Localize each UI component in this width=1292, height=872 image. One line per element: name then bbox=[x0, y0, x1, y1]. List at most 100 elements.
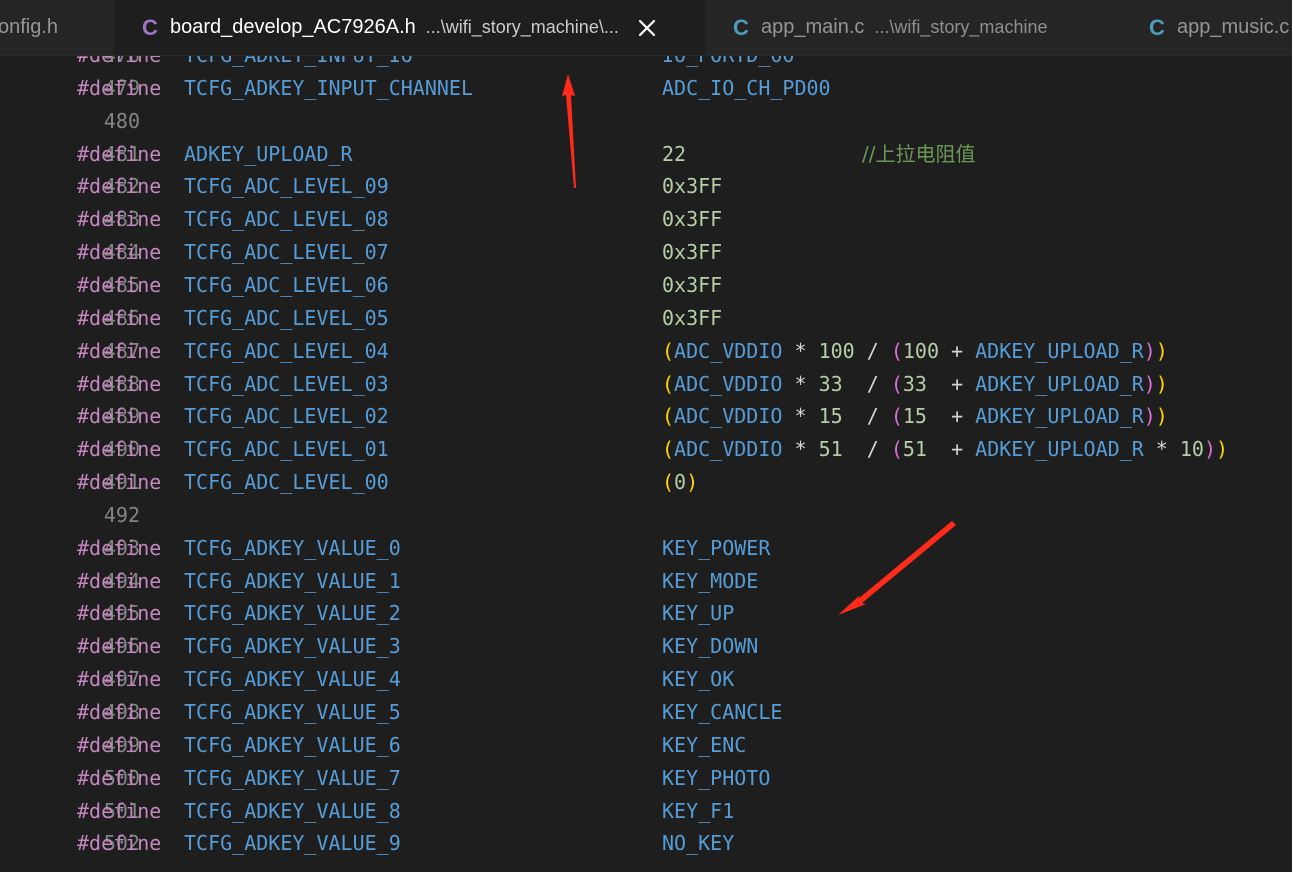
code-line[interactable]: 482 #define TCFG_ADC_LEVEL_09 0x3FF bbox=[0, 170, 1292, 203]
macro-name: TCFG_ADC_LEVEL_05 bbox=[184, 305, 389, 330]
line-number: 480 bbox=[103, 108, 140, 133]
macro-name: TCFG_ADKEY_VALUE_3 bbox=[184, 634, 401, 659]
macro-value: (ADC_VDDIO * 51 / (51 + ADKEY_UPLOAD_R *… bbox=[662, 437, 1229, 462]
macro-name: TCFG_ADKEY_VALUE_7 bbox=[184, 765, 401, 790]
macro-value: IO_PORTD_00 bbox=[662, 56, 794, 72]
macro-value: 0x3FF bbox=[662, 305, 723, 330]
code-line[interactable]: 498 #define TCFG_ADKEY_VALUE_5 KEY_CANCLE bbox=[0, 696, 1292, 729]
define-keyword: #define bbox=[77, 437, 162, 462]
define-keyword: #define bbox=[77, 667, 162, 692]
code-line[interactable]: 491 #define TCFG_ADC_LEVEL_00 (0) bbox=[0, 466, 1292, 499]
code-line[interactable]: 486 #define TCFG_ADC_LEVEL_05 0x3FF bbox=[0, 302, 1292, 335]
macro-value: KEY_UP bbox=[662, 601, 735, 626]
define-keyword: #define bbox=[77, 732, 162, 757]
macro-value: NO_KEY bbox=[662, 831, 735, 856]
macro-value: 22 bbox=[662, 141, 687, 166]
define-keyword: #define bbox=[77, 634, 162, 659]
code-line[interactable]: 478#defineTCFG_ADKEY_INPUT_IOIO_PORTD_00 bbox=[0, 56, 1292, 72]
macro-name: TCFG_ADKEY_VALUE_6 bbox=[184, 732, 401, 757]
tab-label: app_music.c bbox=[1177, 16, 1290, 38]
define-keyword: #define bbox=[77, 305, 162, 330]
macro-value: KEY_CANCLE bbox=[662, 700, 783, 724]
macro-value: 0x3FF bbox=[662, 207, 723, 232]
code-editor[interactable]: 478#defineTCFG_ADKEY_INPUT_IOIO_PORTD_00… bbox=[0, 56, 1292, 872]
close-icon[interactable] bbox=[637, 18, 657, 38]
define-keyword: #define bbox=[77, 338, 162, 363]
line-comment: //上拉电阻值 bbox=[862, 141, 976, 166]
tab-label: board_develop_AC7926A.h bbox=[170, 16, 416, 38]
tab-app-main-c[interactable]: C app_main.c ...\wifi_story_machine bbox=[707, 0, 1120, 55]
code-line[interactable]: 502 #define TCFG_ADKEY_VALUE_9 NO_KEY bbox=[0, 827, 1292, 860]
code-line[interactable]: 492 bbox=[0, 499, 1292, 532]
tab-label: app_main.c bbox=[761, 16, 865, 38]
code-line[interactable]: 490 #define TCFG_ADC_LEVEL_01 (ADC_VDDIO * … bbox=[0, 433, 1292, 466]
define-keyword: #define bbox=[77, 470, 162, 495]
code-line[interactable]: 479 #define TCFG_ADKEY_INPUT_CHANNEL ADC_IO… bbox=[0, 72, 1292, 105]
macro-name: TCFG_ADC_LEVEL_01 bbox=[184, 437, 389, 462]
macro-value: ADC_IO_CH_PD00 bbox=[662, 75, 831, 100]
code-line[interactable]: 500 #define TCFG_ADKEY_VALUE_7 KEY_PHOTO bbox=[0, 762, 1292, 795]
define-keyword: #define bbox=[77, 371, 162, 396]
macro-value: KEY_MODE bbox=[662, 568, 759, 593]
define-keyword: #define bbox=[77, 240, 162, 265]
macro-value: KEY_OK bbox=[662, 667, 735, 692]
code-line[interactable]: 493 #define TCFG_ADKEY_VALUE_0 KEY_POWER bbox=[0, 532, 1292, 565]
code-line[interactable]: 499 #define TCFG_ADKEY_VALUE_6 KEY_ENC bbox=[0, 729, 1292, 762]
macro-name: TCFG_ADC_LEVEL_06 bbox=[184, 272, 389, 297]
macro-name: TCFG_ADKEY_VALUE_9 bbox=[184, 831, 401, 856]
code-line[interactable]: 488 #define TCFG_ADC_LEVEL_03 (ADC_VDDIO * … bbox=[0, 368, 1292, 401]
define-keyword: #define bbox=[77, 174, 162, 199]
define-keyword: #define bbox=[77, 568, 162, 593]
code-line[interactable]: 494 #define TCFG_ADKEY_VALUE_1 KEY_MODE bbox=[0, 565, 1292, 598]
macro-name: TCFG_ADKEY_VALUE_8 bbox=[184, 798, 401, 823]
macro-name: TCFG_ADKEY_VALUE_0 bbox=[184, 535, 401, 560]
macro-value: KEY_PHOTO bbox=[662, 765, 771, 790]
c-header-icon: C bbox=[142, 14, 158, 40]
macro-name: TCFG_ADC_LEVEL_07 bbox=[184, 240, 389, 265]
code-line[interactable]: 497 #define TCFG_ADKEY_VALUE_4 KEY_OK bbox=[0, 663, 1292, 696]
code-line[interactable]: 483 #define TCFG_ADC_LEVEL_08 0x3FF bbox=[0, 203, 1292, 236]
line-number: 492 bbox=[103, 502, 140, 527]
code-line[interactable]: 501 #define TCFG_ADKEY_VALUE_8 KEY_F1 bbox=[0, 795, 1292, 828]
define-keyword: #define bbox=[77, 765, 162, 790]
macro-name: TCFG_ADC_LEVEL_08 bbox=[184, 207, 389, 232]
macro-value: (ADC_VDDIO * 15 / (15 + ADKEY_UPLOAD_R)) bbox=[662, 404, 1168, 429]
tab-label: onfig.h bbox=[0, 16, 59, 38]
editor-tab-bar: onfig.h C board_develop_AC7926A.h ...\wi… bbox=[0, 0, 1292, 56]
define-keyword: #define bbox=[77, 207, 162, 232]
macro-name: TCFG_ADKEY_VALUE_4 bbox=[184, 667, 401, 692]
define-keyword: #define bbox=[77, 535, 162, 560]
macro-name: TCFG_ADC_LEVEL_00 bbox=[184, 470, 389, 495]
macro-value: (0) bbox=[662, 470, 699, 495]
code-line[interactable]: 480 bbox=[0, 105, 1292, 138]
tab-path: ...\wifi_story_machine\... bbox=[425, 17, 619, 37]
define-keyword: #define bbox=[77, 798, 162, 823]
c-source-icon: C bbox=[1149, 14, 1165, 40]
code-line[interactable]: 485 #define TCFG_ADC_LEVEL_06 0x3FF bbox=[0, 269, 1292, 302]
define-keyword: #define bbox=[77, 56, 161, 72]
tab-board-develop-h[interactable]: C board_develop_AC7926A.h ...\wifi_story… bbox=[114, 0, 706, 55]
define-keyword: #define bbox=[77, 272, 162, 297]
macro-name: TCFG_ADKEY_VALUE_1 bbox=[184, 568, 401, 593]
c-source-icon: C bbox=[733, 14, 749, 40]
define-keyword: #define bbox=[77, 404, 162, 429]
macro-name: TCFG_ADKEY_VALUE_5 bbox=[184, 700, 401, 724]
macro-value: 0x3FF bbox=[662, 272, 723, 297]
tab-config-h[interactable]: onfig.h bbox=[0, 0, 113, 55]
code-line[interactable]: 496 #define TCFG_ADKEY_VALUE_3 KEY_DOWN bbox=[0, 630, 1292, 663]
define-keyword: #define bbox=[77, 601, 162, 626]
macro-name: TCFG_ADC_LEVEL_09 bbox=[184, 174, 389, 199]
tab-path: ...\wifi_story_machine bbox=[874, 17, 1048, 37]
macro-value: KEY_DOWN bbox=[662, 634, 759, 659]
macro-value: (ADC_VDDIO * 100 / (100 + ADKEY_UPLOAD_R… bbox=[662, 338, 1168, 363]
macro-name: TCFG_ADKEY_VALUE_2 bbox=[184, 601, 401, 626]
macro-name: TCFG_ADC_LEVEL_03 bbox=[184, 371, 389, 396]
code-line[interactable]: 495 #define TCFG_ADKEY_VALUE_2 KEY_UP bbox=[0, 597, 1292, 630]
tab-app-music-c[interactable]: C app_music.c bbox=[1121, 0, 1292, 55]
code-line[interactable]: 481 #define ADKEY_UPLOAD_R 22//上拉电阻值 bbox=[0, 138, 1292, 171]
code-line[interactable]: 484 #define TCFG_ADC_LEVEL_07 0x3FF bbox=[0, 236, 1292, 269]
code-line[interactable]: 489 #define TCFG_ADC_LEVEL_02 (ADC_VDDIO * … bbox=[0, 400, 1292, 433]
code-line[interactable]: 487 #define TCFG_ADC_LEVEL_04 (ADC_VDDIO * … bbox=[0, 335, 1292, 368]
macro-name: TCFG_ADC_LEVEL_04 bbox=[184, 338, 389, 363]
define-keyword: #define bbox=[77, 141, 162, 166]
